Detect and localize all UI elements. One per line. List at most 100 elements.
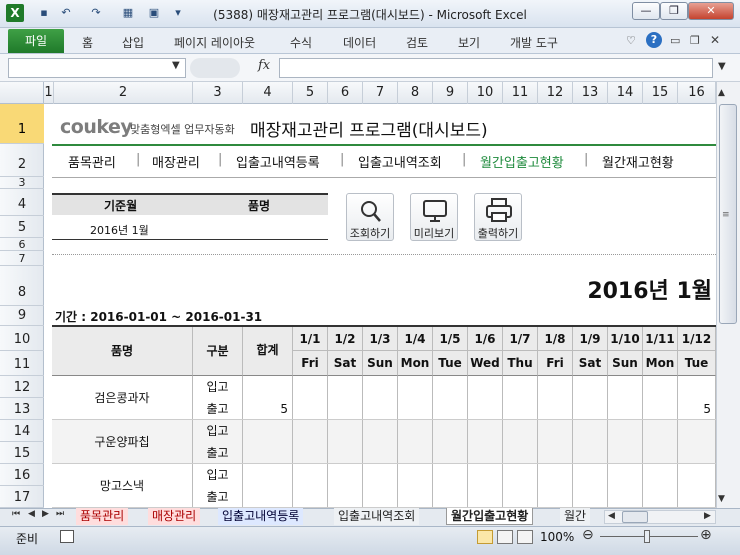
zoom-out-icon[interactable]: ⊖ (582, 527, 594, 543)
close-button[interactable]: ✕ (688, 2, 734, 20)
day-in-cell[interactable] (538, 420, 573, 442)
item-name-cell[interactable]: 망고스낵 (52, 464, 193, 508)
column-header[interactable]: 6 (328, 82, 363, 104)
day-out-cell[interactable] (608, 398, 643, 420)
day-out-cell[interactable] (468, 398, 503, 420)
row-header[interactable]: 17 (0, 486, 44, 508)
row-header[interactable]: 5 (0, 216, 44, 238)
column-header[interactable]: 16 (678, 82, 716, 104)
day-out-cell[interactable] (468, 486, 503, 508)
tab-data[interactable]: 데이터 (343, 34, 376, 51)
day-out-cell[interactable] (398, 486, 433, 508)
formula-expand-icon[interactable]: ▼ (718, 61, 726, 72)
select-all-corner[interactable] (0, 82, 44, 104)
day-in-cell[interactable] (468, 420, 503, 442)
type-in-cell[interactable]: 입고 (193, 420, 243, 442)
total-in-cell[interactable] (243, 376, 293, 398)
page-layout-view-icon[interactable] (497, 530, 513, 544)
day-in-cell[interactable] (573, 376, 608, 398)
column-header[interactable]: 9 (433, 82, 468, 104)
scroll-down-icon[interactable]: ▼ (718, 494, 725, 504)
filter-month-value[interactable]: 2016년 1월 (90, 222, 149, 238)
day-in-cell[interactable] (433, 376, 468, 398)
day-out-cell[interactable] (538, 442, 573, 464)
day-out-cell[interactable] (643, 486, 678, 508)
day-out-cell[interactable] (398, 442, 433, 464)
day-out-cell[interactable]: 5 (678, 398, 716, 420)
day-out-cell[interactable] (503, 486, 538, 508)
day-in-cell[interactable] (293, 376, 328, 398)
column-header[interactable]: 11 (503, 82, 538, 104)
row-header[interactable]: 14 (0, 420, 44, 442)
sheet-tab-inout-register[interactable]: 입출고내역등록 (218, 508, 304, 525)
column-header[interactable]: 13 (573, 82, 608, 104)
nav-item-monthly-inout[interactable]: 월간입출고현황 (480, 152, 564, 171)
day-in-cell[interactable] (538, 464, 573, 486)
day-out-cell[interactable] (363, 486, 398, 508)
macro-record-icon[interactable] (60, 530, 74, 543)
day-out-cell[interactable] (608, 442, 643, 464)
type-out-cell[interactable]: 출고 (193, 398, 243, 420)
day-out-cell[interactable] (293, 442, 328, 464)
zoom-slider-thumb[interactable] (644, 530, 650, 543)
type-out-cell[interactable]: 출고 (193, 442, 243, 464)
sheet-tab-stores[interactable]: 매장관리 (148, 508, 201, 525)
workbook-minimize-icon[interactable]: ▭ (670, 34, 680, 47)
row-header[interactable]: 10 (0, 326, 44, 351)
tab-prev-icon[interactable]: ◀ (28, 509, 35, 519)
day-in-cell[interactable] (643, 464, 678, 486)
column-header[interactable]: 3 (193, 82, 243, 104)
sheet-tab-monthly-more[interactable]: 월간 (560, 508, 591, 525)
day-in-cell[interactable] (678, 464, 716, 486)
day-in-cell[interactable] (573, 420, 608, 442)
day-out-cell[interactable] (643, 398, 678, 420)
zoom-level[interactable]: 100% (540, 530, 574, 544)
total-out-cell[interactable] (243, 442, 293, 464)
hscroll-left-icon[interactable]: ◀ (608, 511, 615, 521)
day-in-cell[interactable] (363, 464, 398, 486)
row-header[interactable]: 11 (0, 351, 44, 376)
tab-home[interactable]: 홈 (82, 34, 93, 51)
total-out-cell[interactable]: 5 (243, 398, 293, 420)
tab-next-icon[interactable]: ▶ (42, 509, 49, 519)
day-out-cell[interactable] (328, 486, 363, 508)
sheet-tab-monthly-inout[interactable]: 월간입출고현황 (446, 508, 534, 525)
day-out-cell[interactable] (573, 486, 608, 508)
column-header[interactable]: 1 (44, 82, 54, 104)
total-out-cell[interactable] (243, 486, 293, 508)
workbook-restore-icon[interactable]: ❐ (690, 34, 700, 47)
row-header[interactable]: 2 (0, 144, 44, 177)
row-header[interactable]: 15 (0, 442, 44, 464)
day-in-cell[interactable] (678, 420, 716, 442)
type-in-cell[interactable]: 입고 (193, 464, 243, 486)
day-out-cell[interactable] (398, 398, 433, 420)
day-in-cell[interactable] (293, 420, 328, 442)
ribbon-minimize-icon[interactable]: ♡ (626, 34, 636, 47)
day-in-cell[interactable] (503, 420, 538, 442)
day-out-cell[interactable] (538, 398, 573, 420)
day-in-cell[interactable] (503, 376, 538, 398)
column-header[interactable]: 2 (54, 82, 193, 104)
tab-insert[interactable]: 삽입 (122, 34, 144, 51)
total-in-cell[interactable] (243, 420, 293, 442)
page-break-view-icon[interactable] (517, 530, 533, 544)
tab-last-icon[interactable]: ⏭ (56, 509, 64, 519)
day-out-cell[interactable] (363, 442, 398, 464)
column-header[interactable]: 14 (608, 82, 643, 104)
day-in-cell[interactable] (643, 420, 678, 442)
day-in-cell[interactable] (328, 420, 363, 442)
name-box-dropdown-icon[interactable]: ▼ (172, 60, 180, 71)
nav-item-inout-register[interactable]: 입출고내역등록 (236, 152, 320, 171)
scroll-up-icon[interactable]: ▲ (718, 88, 725, 98)
day-in-cell[interactable] (608, 420, 643, 442)
row-header[interactable]: 9 (0, 306, 44, 326)
day-out-cell[interactable] (433, 486, 468, 508)
column-header[interactable]: 7 (363, 82, 398, 104)
restore-button[interactable]: ❐ (660, 2, 688, 20)
total-in-cell[interactable] (243, 464, 293, 486)
day-in-cell[interactable] (293, 464, 328, 486)
item-name-cell[interactable]: 구운양파칩 (52, 420, 193, 464)
day-in-cell[interactable] (363, 376, 398, 398)
column-header[interactable]: 4 (243, 82, 293, 104)
row-header[interactable]: 7 (0, 251, 44, 266)
